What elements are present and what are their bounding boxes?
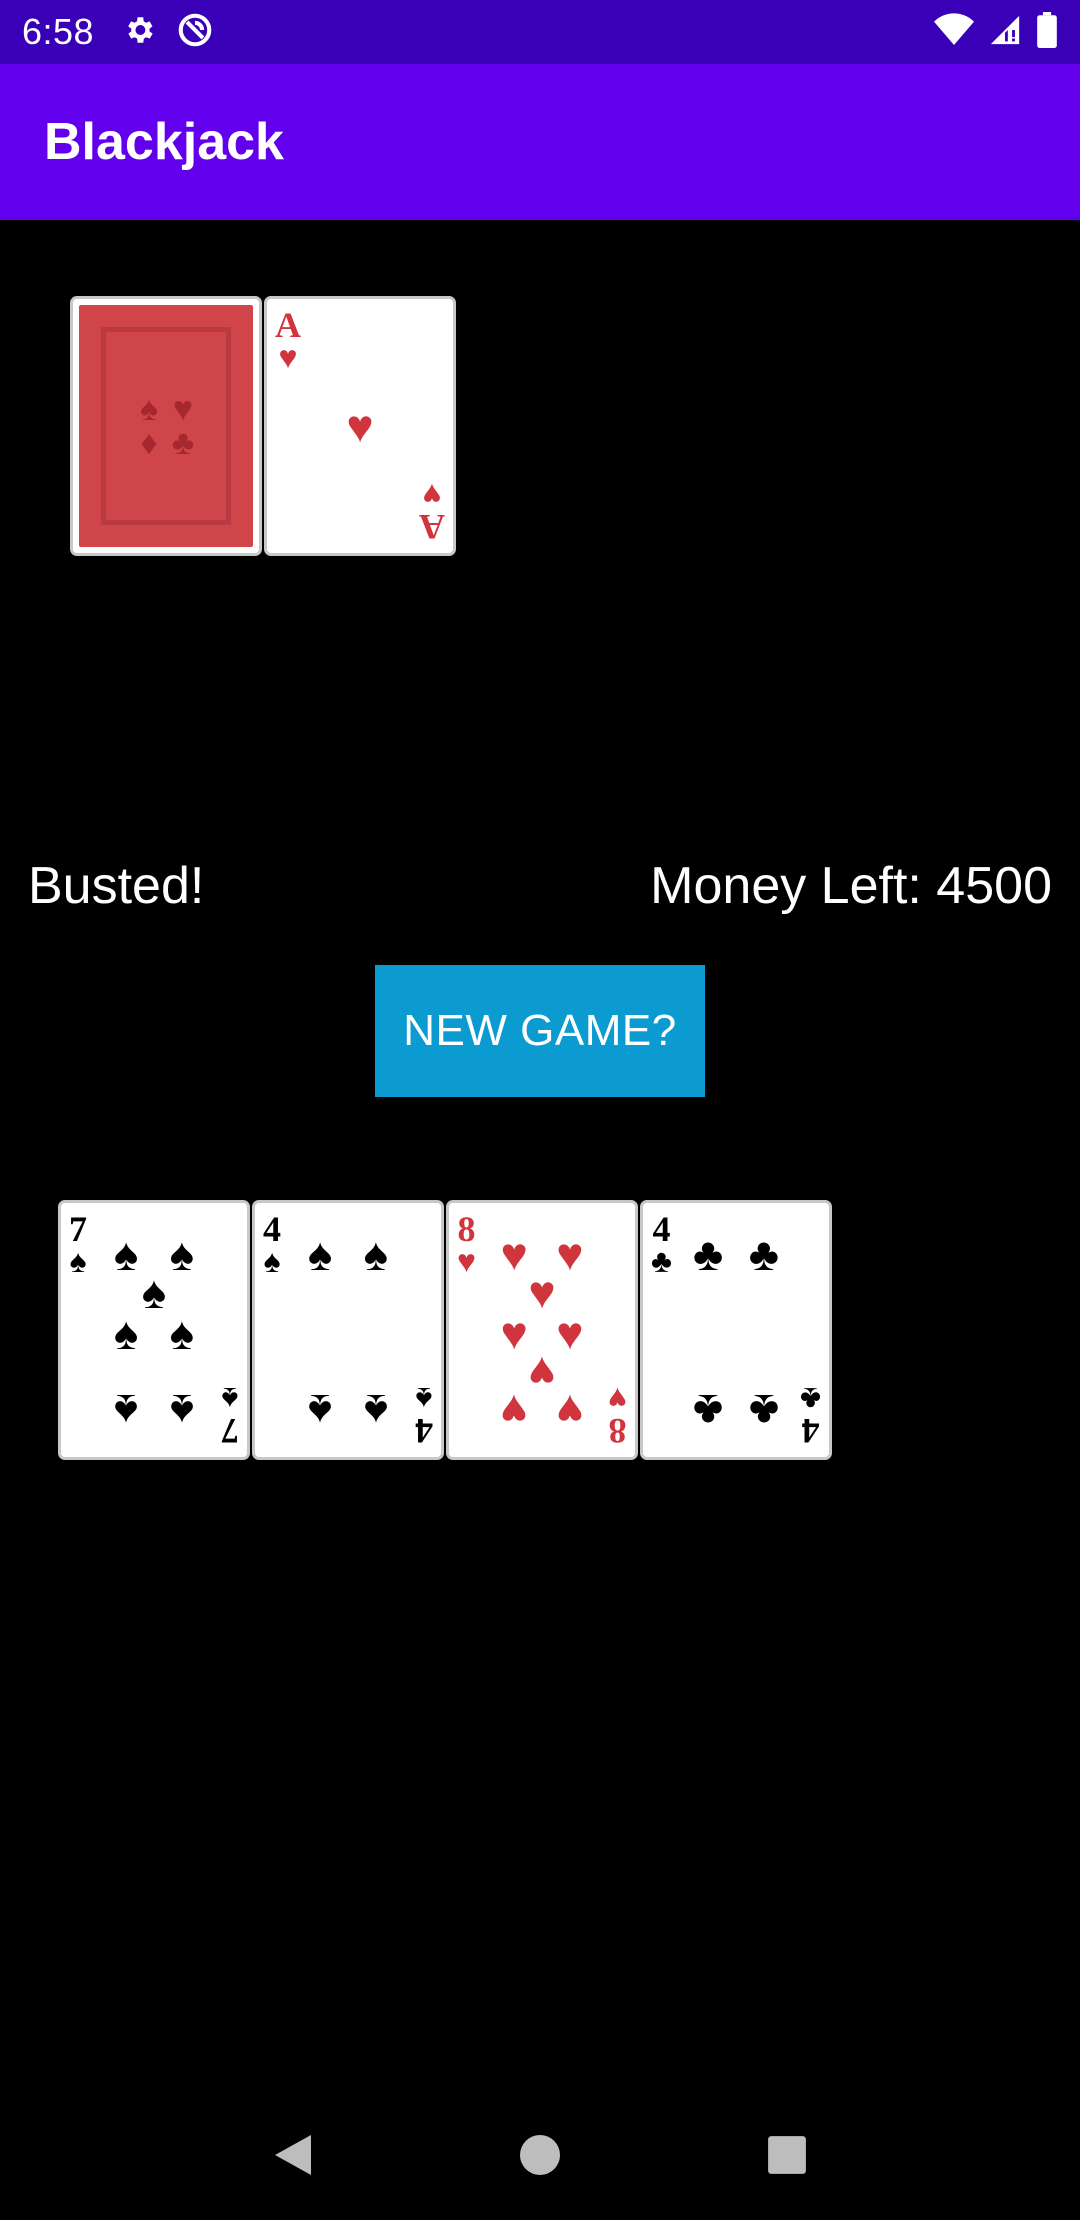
card-rank: 8 [608,1411,627,1451]
club-icon: ♣ [651,1243,672,1279]
spade-icon: ♠ [169,1227,195,1280]
card-rank: 8 [457,1209,476,1249]
spade-icon: ♠ [113,1227,139,1280]
spade-icon: ♠ [415,1381,433,1417]
club-icon: ♣ [748,1227,779,1280]
player-card-1: 7 ♠ ♠ ♠ ♠ ♠ ♠ ♠ ♠ 7 ♠ [58,1200,250,1460]
heart-icon: ♥ [528,1265,556,1318]
card-rank: 4 [415,1411,433,1451]
vpn-icon [176,11,214,54]
spade-icon: ♠ [263,1243,281,1279]
battery-icon [1036,11,1058,53]
spade-icon: ♠ [69,1243,87,1279]
card-rank: A [419,507,445,547]
wifi-icon [934,12,974,52]
card-rank: 4 [263,1209,281,1249]
club-icon: ♣ [693,1385,724,1438]
spade-icon: ♠ [363,1227,389,1280]
heart-icon: ♥ [422,477,442,513]
game-status-text: Busted! [28,857,205,915]
heart-icon: ♥ [278,339,298,375]
player-hand: 7 ♠ ♠ ♠ ♠ ♠ ♠ ♠ ♠ 7 ♠ 4 ♠ ♠ ♠ ♠ ♠ 4 ♠ 8 … [58,1200,832,1460]
spade-icon: ♠ [113,1306,139,1359]
heart-icon: ♥ [500,1227,528,1280]
status-time: 6:58 [22,11,95,52]
player-card-2: 4 ♠ ♠ ♠ ♠ ♠ 4 ♠ [252,1200,444,1460]
home-icon[interactable] [510,2125,570,2185]
heart-icon: ♥ [556,1306,584,1359]
money-left-text: Money Left: 4500 [650,857,1052,915]
spade-icon: ♠ [113,1385,139,1438]
heart-icon: ♥ [500,1306,528,1359]
back-icon[interactable] [263,2125,323,2185]
heart-icon: ♥ [346,400,374,452]
recents-icon[interactable] [757,2125,817,2185]
dealer-card-face-down: ♠ ♥ ♦ ♣ [70,296,262,556]
spade-icon: ♠ [307,1227,333,1280]
card-rank: 4 [652,1209,671,1249]
spade-icon: ♠ [141,1265,167,1318]
cell-signal-icon [988,13,1022,52]
spade-icon: ♠ [307,1385,333,1438]
player-card-3: 8 ♥ ♥ ♥ ♥ ♥ ♥ ♥ ♥ ♥ 8 ♥ [446,1200,638,1460]
spade-icon: ♠ [169,1385,195,1438]
club-icon: ♣ [693,1227,724,1280]
dealer-hand: ♠ ♥ ♦ ♣ A ♥ ♥ A ♥ [70,296,456,556]
heart-icon: ♥ [528,1347,556,1400]
app-title: Blackjack [44,113,284,171]
card-rank: 7 [69,1209,87,1249]
heart-icon: ♥ [556,1227,584,1280]
club-icon: ♣ [800,1381,821,1417]
new-game-button[interactable]: NEW GAME? [375,965,705,1097]
card-rank: 4 [801,1411,820,1451]
status-bar: 6:58 [0,0,1080,64]
heart-icon: ♥ [500,1385,528,1438]
heart-icon: ♥ [608,1381,627,1417]
heart-icon: ♥ [457,1243,476,1279]
club-icon: ♣ [748,1385,779,1438]
app-bar: Blackjack [0,64,1080,220]
gear-icon [122,13,156,52]
card-back-pattern: ♠ ♥ ♦ ♣ [139,390,195,462]
spade-icon: ♠ [169,1306,195,1359]
player-card-4: 4 ♣ ♣ ♣ ♣ ♣ 4 ♣ [640,1200,832,1460]
spade-icon: ♠ [363,1385,389,1438]
card-rank: A [275,305,301,345]
dealer-card-1: A ♥ ♥ A ♥ [264,296,456,556]
card-rank: 7 [221,1411,239,1451]
navigation-bar [0,2090,1080,2220]
spade-icon: ♠ [221,1381,239,1417]
heart-icon: ♥ [556,1385,584,1438]
